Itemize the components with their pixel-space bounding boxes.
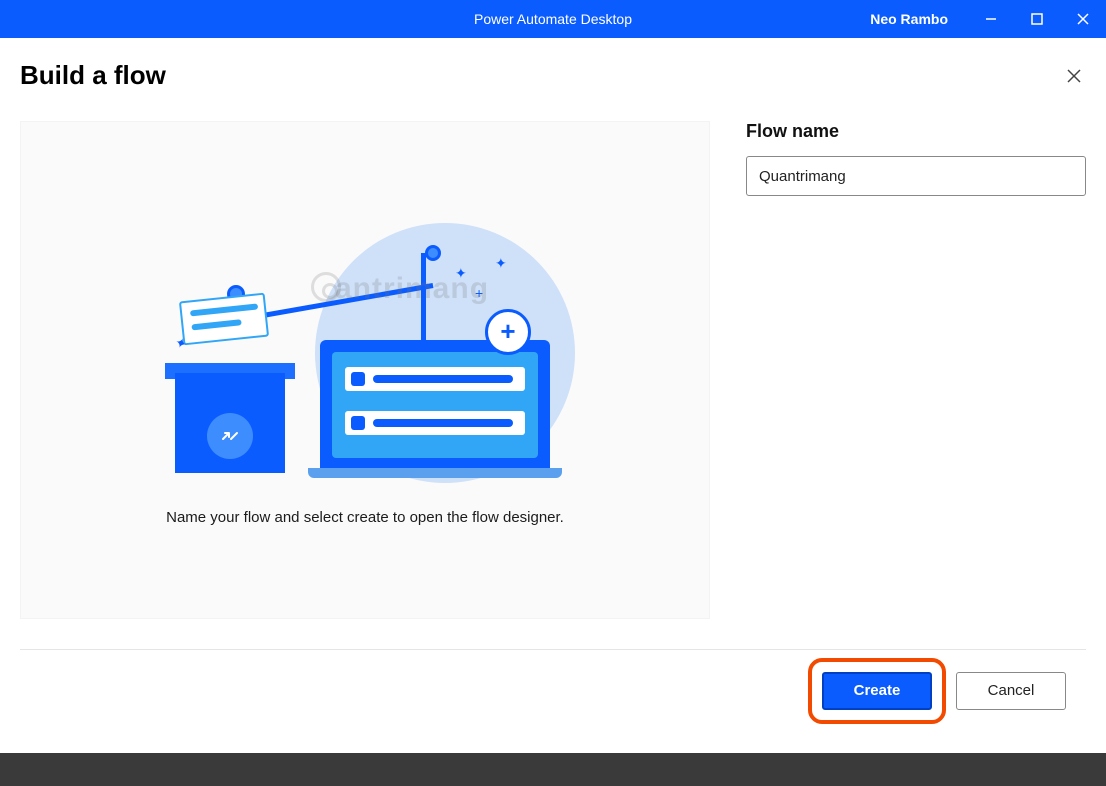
close-icon bbox=[1077, 13, 1089, 25]
app-title: Power Automate Desktop bbox=[474, 11, 632, 27]
user-name[interactable]: Neo Rambo bbox=[870, 11, 948, 27]
close-icon bbox=[1066, 68, 1082, 84]
titlebar: Power Automate Desktop Neo Rambo bbox=[0, 0, 1106, 38]
close-dialog-button[interactable] bbox=[1062, 64, 1086, 88]
close-window-button[interactable] bbox=[1060, 0, 1106, 38]
create-highlight: Create bbox=[808, 658, 946, 724]
window-controls bbox=[968, 0, 1106, 38]
flow-name-label: Flow name bbox=[746, 121, 1086, 142]
dialog-body: + ✦+✦✦ antrimang Name your flow and sele… bbox=[20, 121, 1086, 619]
dialog-header: Build a flow bbox=[20, 38, 1086, 101]
taskbar-area bbox=[0, 753, 1106, 786]
flow-illustration: + ✦+✦✦ bbox=[165, 215, 565, 475]
maximize-icon bbox=[1031, 13, 1043, 25]
minimize-icon bbox=[985, 13, 997, 25]
plus-icon: + bbox=[485, 309, 531, 355]
app-window: Power Automate Desktop Neo Rambo Build a… bbox=[0, 0, 1106, 753]
minimize-button[interactable] bbox=[968, 0, 1014, 38]
create-button[interactable]: Create bbox=[822, 672, 932, 710]
cancel-button[interactable]: Cancel bbox=[956, 672, 1066, 710]
maximize-button[interactable] bbox=[1014, 0, 1060, 38]
form-pane: Flow name bbox=[746, 121, 1086, 619]
dialog-footer: Create Cancel bbox=[20, 649, 1086, 731]
dialog-title: Build a flow bbox=[20, 60, 166, 91]
dialog-content: Build a flow + bbox=[0, 38, 1106, 753]
flow-name-input[interactable] bbox=[746, 156, 1086, 196]
preview-pane: + ✦+✦✦ antrimang Name your flow and sele… bbox=[20, 121, 710, 619]
preview-help-text: Name your flow and select create to open… bbox=[166, 509, 564, 526]
